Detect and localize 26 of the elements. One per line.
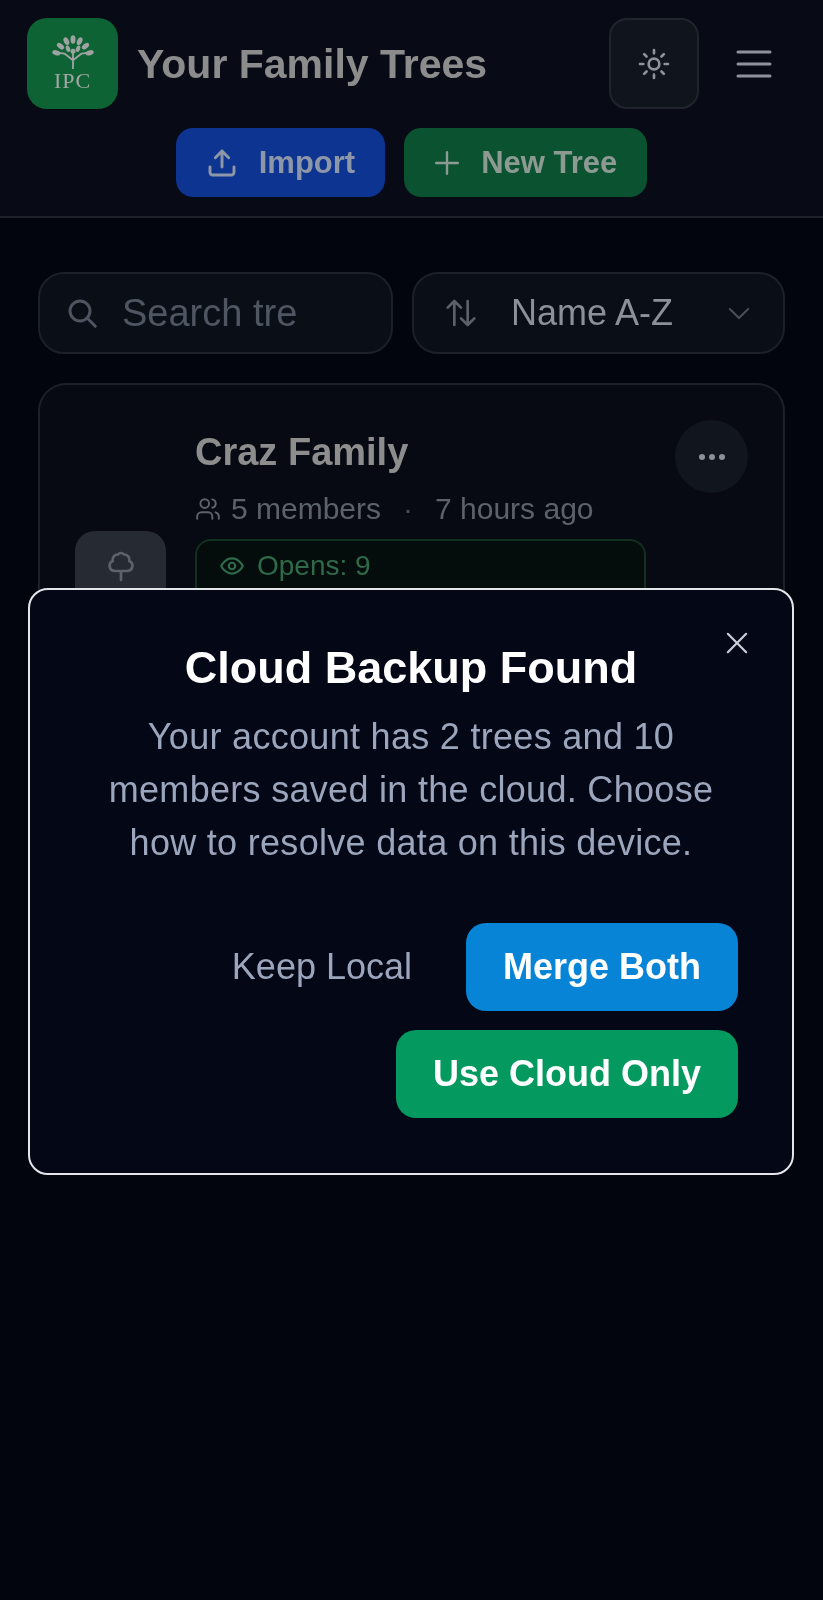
meta-separator: ·: [403, 491, 414, 527]
sort-icon: [445, 297, 477, 329]
search-icon: [66, 297, 98, 329]
member-count: 5 members: [231, 491, 382, 527]
opens-count: Opens: 9: [257, 549, 371, 583]
theme-toggle-button[interactable]: [609, 18, 699, 109]
sort-dropdown[interactable]: Name A-Z: [412, 272, 785, 354]
dialog-title: Cloud Backup Found: [184, 642, 638, 694]
dialog-message: Your account has 2 trees and 10 members saved in the cloud. Choose how to resolve data on this device.: [107, 715, 715, 865]
people-icon: [195, 496, 221, 522]
keep-local-button[interactable]: Keep Local: [205, 923, 438, 1011]
chevron-down-icon: [728, 306, 750, 320]
plus-icon: [434, 149, 461, 176]
updated-time: 7 hours ago: [435, 491, 594, 527]
close-icon: [726, 632, 748, 654]
new-tree-button[interactable]: New Tree: [404, 128, 648, 197]
use-cloud-button[interactable]: Use Cloud Only: [395, 1030, 738, 1118]
logo-text: IPC: [53, 68, 92, 93]
menu-icon: [736, 49, 772, 78]
search-field[interactable]: Search tre: [38, 272, 393, 354]
sun-icon: [638, 47, 670, 80]
tree-name: Craz Family: [195, 432, 409, 472]
merge-both-button[interactable]: Merge Both: [466, 923, 738, 1011]
more-icon: [698, 453, 725, 460]
page-title: Your Family Trees: [137, 39, 489, 88]
import-button[interactable]: Import: [175, 128, 386, 197]
